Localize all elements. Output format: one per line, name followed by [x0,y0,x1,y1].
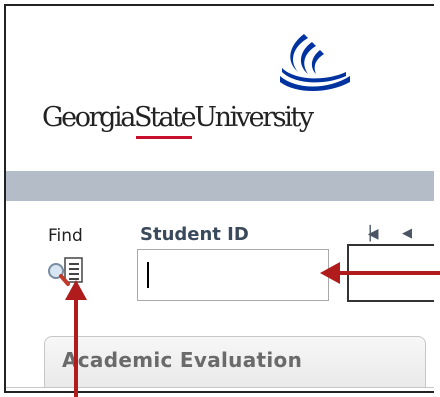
university-name: GeorgiaStateUniversity [42,102,314,133]
screenshot-frame: GeorgiaStateUniversity Find Student ID ▕… [4,4,434,393]
first-page-icon[interactable]: ▕◀ [360,226,378,242]
tab-academic-evaluation-label: Academic Evaluation [62,348,303,372]
previous-page-icon[interactable]: ◀ [402,226,412,241]
logo-word-state: State [133,102,197,133]
logo-word-georgia: Georgia [42,102,136,133]
adjacent-field-box [347,244,434,302]
logo-word-university: University [194,102,314,133]
magnifier-list-icon[interactable] [46,256,94,288]
tab-baseline [6,387,434,388]
student-id-input[interactable] [137,249,329,301]
find-label: Find [48,226,83,246]
header-bar [6,171,434,201]
gsu-flame-icon [280,34,350,91]
student-id-label: Student ID [140,224,249,245]
